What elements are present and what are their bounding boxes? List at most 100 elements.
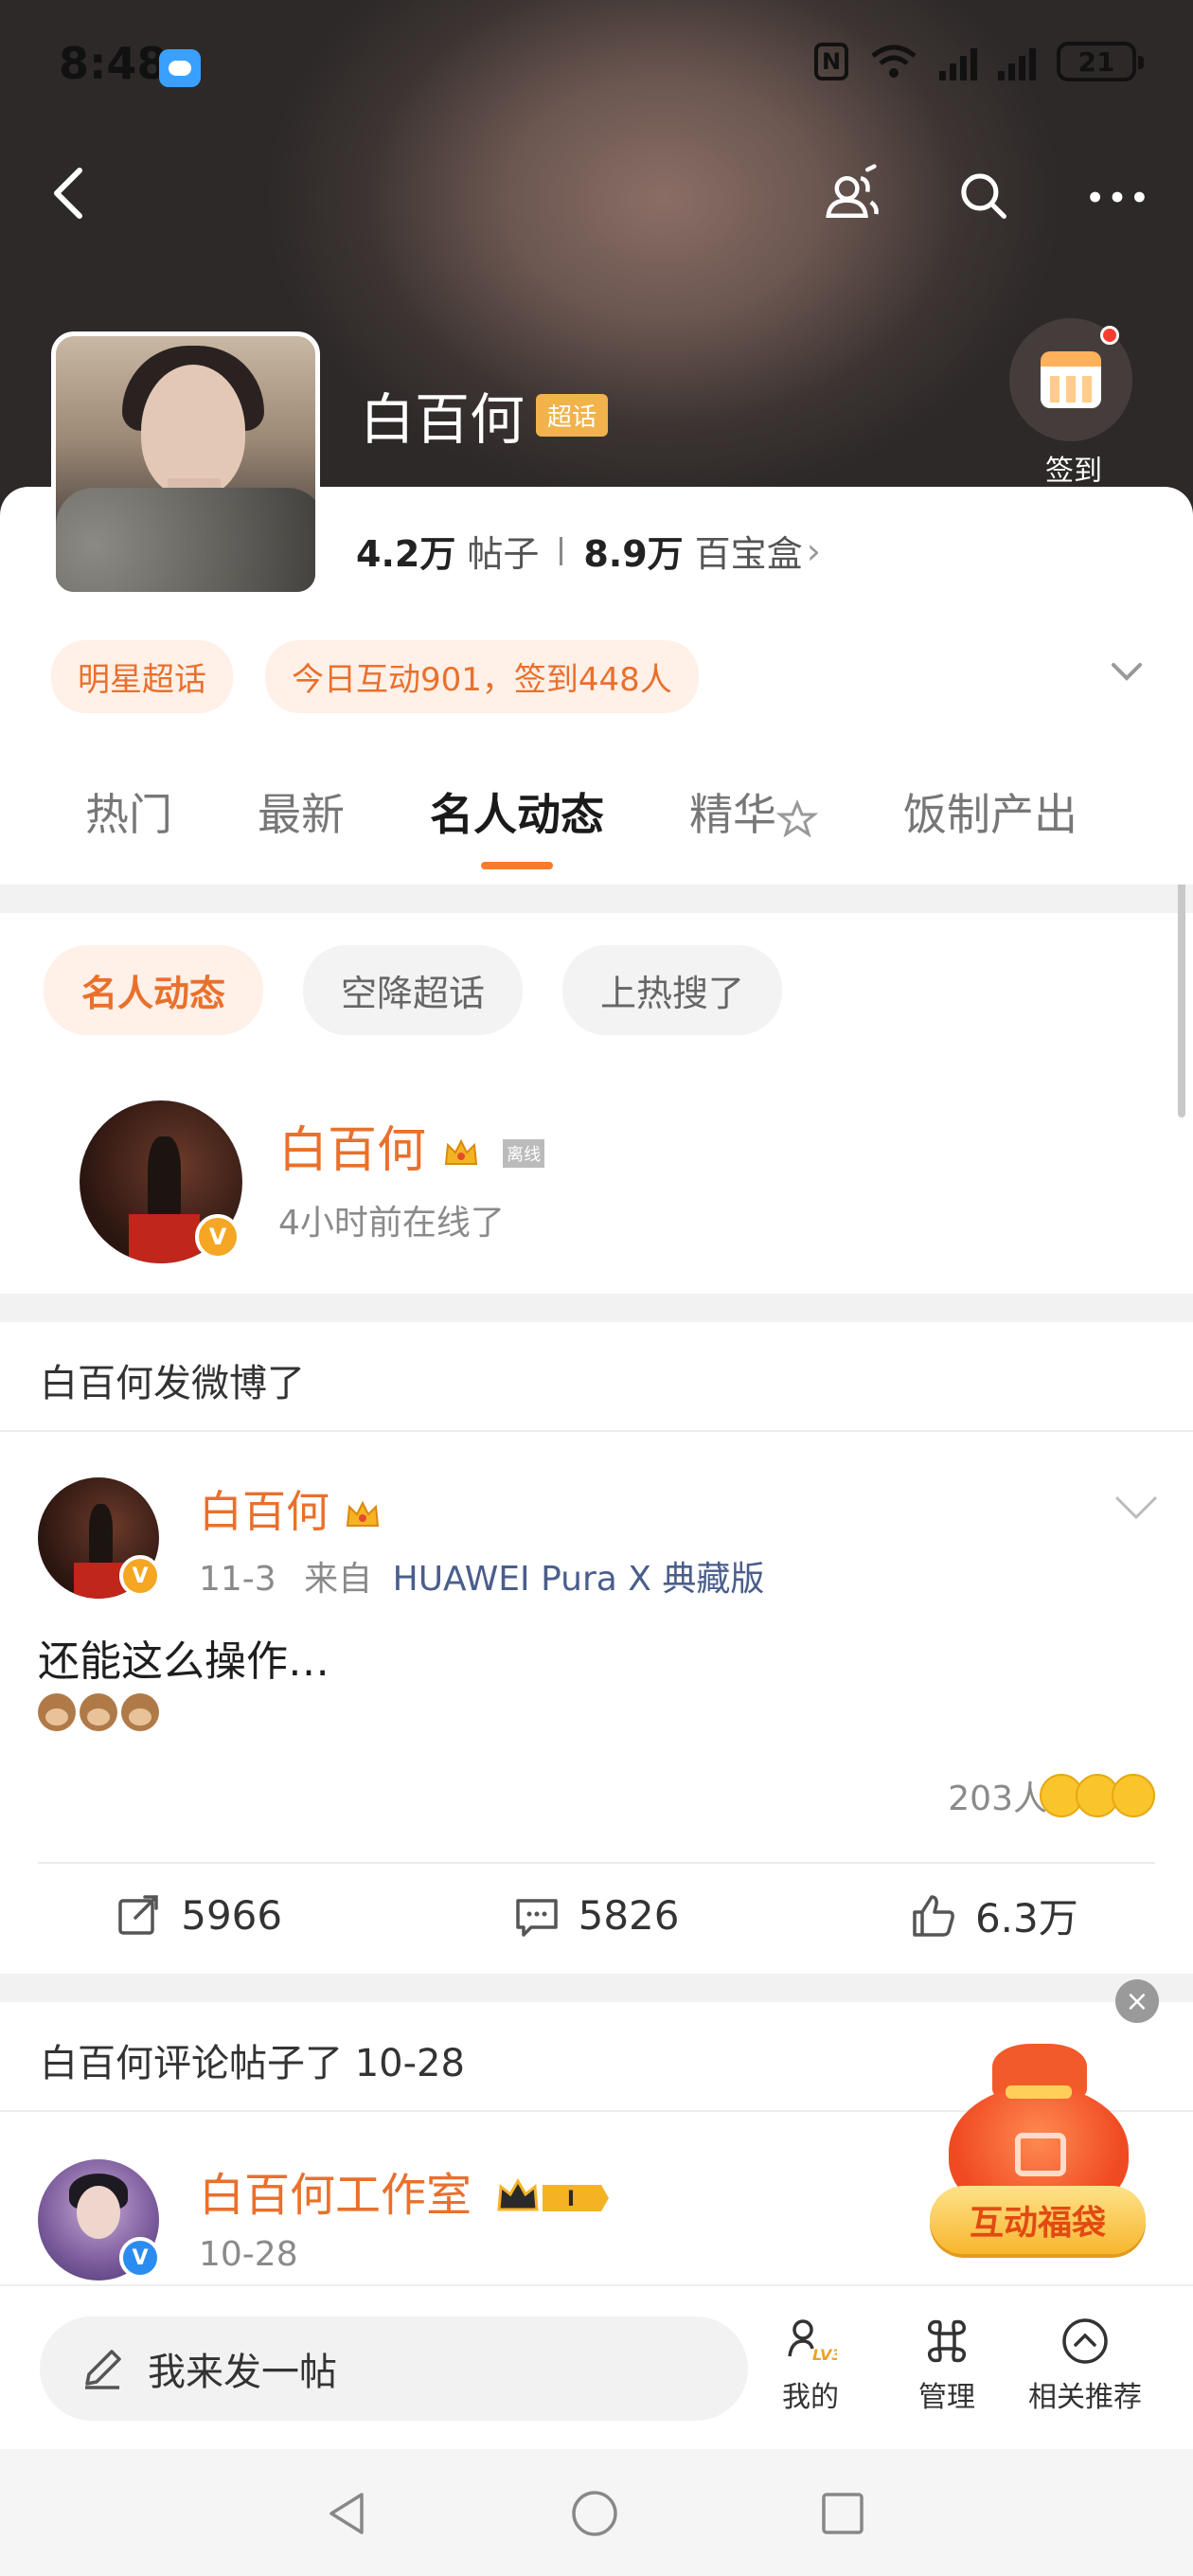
post-text: 还能这么操作… <box>38 1637 329 1686</box>
weibo-post[interactable]: V 白百何 11-3 来自 HUAWEI Pura X 典藏版 还能这么操作… … <box>0 1458 1193 1989</box>
online-status: 4小时前在线了 <box>278 1204 505 1243</box>
vip-crown-badge-icon: I <box>497 2177 610 2211</box>
manage-button[interactable]: 管理 <box>918 2315 975 2415</box>
topic-avatar[interactable] <box>51 331 320 597</box>
reaction-summary[interactable]: 203人 <box>948 1771 1155 1820</box>
chevron-down-icon[interactable] <box>1108 653 1146 691</box>
repost-button[interactable]: 5966 <box>115 1887 282 1944</box>
box-label[interactable]: 百宝盒 <box>695 525 803 577</box>
nav-home-icon[interactable] <box>568 2487 621 2540</box>
speak-no-evil-monkey-icon <box>121 1693 159 1731</box>
topic-title: 白百何 <box>360 387 525 452</box>
message-notification-icon <box>159 49 201 87</box>
crown-icon <box>444 1138 477 1165</box>
more-options-icon[interactable] <box>1079 159 1155 235</box>
section-label-posted: 白百何发微博了 <box>40 1362 305 1405</box>
mine-label: 我的 <box>782 2381 839 2414</box>
chevron-down-icon[interactable] <box>1113 1493 1159 1523</box>
daily-activity-chip[interactable]: 今日互动901，签到448人 <box>265 640 699 713</box>
back-arrow-icon[interactable] <box>42 163 102 224</box>
post-author-line: 白百何 <box>199 1477 382 1540</box>
topic-stats: 4.2万 帖子 8.9万 百宝盒 › <box>356 525 821 577</box>
like-count: 6.3万 <box>974 1895 1078 1941</box>
sub-filter-chips: 名人动态 空降超话 上热搜了 <box>44 945 783 1035</box>
post-from-label: 来自 <box>304 1560 373 1599</box>
command-icon <box>927 2319 967 2363</box>
top-navigation <box>0 152 1193 237</box>
related-recommend-button[interactable]: 相关推荐 <box>1028 2315 1142 2415</box>
checkin-button[interactable]: 签到 <box>1009 318 1138 489</box>
compose-post-input[interactable]: 我来发一帖 <box>40 2317 748 2421</box>
reaction-count: 203人 <box>948 1780 1047 1818</box>
calendar-icon <box>1041 351 1101 408</box>
battery-icon: 21 <box>1057 42 1144 81</box>
checkin-label: 签到 <box>1045 455 1102 488</box>
celebrity-name-line: 白百何 离线 <box>278 1110 545 1181</box>
nav-recents-icon[interactable] <box>816 2487 869 2540</box>
related-label: 相关推荐 <box>1028 2381 1142 2414</box>
posts-label: 帖子 <box>467 533 540 575</box>
tab-hot[interactable]: 热门 <box>85 780 172 843</box>
chevron-right-icon[interactable]: › <box>807 530 821 572</box>
repost-count: 5966 <box>181 1892 283 1939</box>
tab-fan-creations[interactable]: 饭制产出 <box>903 780 1077 843</box>
search-icon[interactable] <box>947 159 1023 235</box>
grinning-face-icon <box>1112 1774 1155 1817</box>
divider <box>38 1862 1155 1864</box>
scrollbar[interactable] <box>1178 881 1185 1118</box>
posts-count: 4.2万 <box>356 533 456 575</box>
signal-icon-2 <box>998 43 1036 80</box>
celebrity-name[interactable]: 白百何 <box>278 1122 426 1179</box>
post-emoji-row <box>38 1693 159 1731</box>
thumbs-up-icon <box>913 1894 954 1937</box>
post-author-name[interactable]: 白百何 <box>199 1486 329 1537</box>
star-topic-chip[interactable]: 明星超话 <box>51 640 233 713</box>
chevron-up-circle-icon <box>1062 2318 1108 2364</box>
post2-author-line: 白百何工作室 I <box>199 2157 613 2224</box>
section-gap <box>0 1294 1193 1322</box>
mine-button[interactable]: LV3 我的 <box>782 2315 839 2415</box>
hear-no-evil-monkey-icon <box>80 1693 117 1731</box>
see-no-evil-monkey-icon <box>38 1693 76 1731</box>
notification-dot <box>1100 326 1119 345</box>
lucky-bag-widget[interactable]: × 互动福袋 <box>928 1979 1159 2254</box>
post2-date: 10-28 <box>199 2235 298 2274</box>
bottom-bar: 我来发一帖 LV3 我的 管理 相关推荐 <box>0 2284 1193 2449</box>
comment-button[interactable]: 5826 <box>512 1887 680 1944</box>
like-button[interactable]: 6.3万 <box>909 1887 1078 1944</box>
vip-level: I <box>567 2188 575 2211</box>
tab-featured[interactable]: 精华 <box>689 780 818 843</box>
sub-chip-trending[interactable]: 上热搜了 <box>562 945 783 1035</box>
tab-latest[interactable]: 最新 <box>258 780 345 843</box>
topic-tabs: 热门 最新 名人动态 精华 饭制产出 <box>85 780 1163 843</box>
featured-star-icon <box>776 798 818 837</box>
sub-chip-celebrity[interactable]: 名人动态 <box>44 945 264 1035</box>
verified-badge-icon: V <box>119 1555 161 1597</box>
level-profile-icon: LV3 <box>788 2319 837 2364</box>
system-navigation-bar <box>0 2449 1193 2576</box>
verified-badge-icon: V <box>195 1214 240 1260</box>
comment-count: 5826 <box>578 1892 680 1939</box>
post2-author-name[interactable]: 白百何工作室 <box>199 2169 472 2222</box>
compose-placeholder: 我来发一帖 <box>148 2351 337 2394</box>
post-meta: 11-3 来自 HUAWEI Pura X 典藏版 <box>199 1551 764 1601</box>
nfc-icon: N <box>814 43 848 80</box>
celebrity-profile-row[interactable]: V 白百何 离线 4小时前在线了 <box>80 1100 1121 1271</box>
tab-featured-label: 精华 <box>689 789 776 840</box>
close-icon[interactable]: × <box>1115 1979 1159 2023</box>
tab-celebrity-updates[interactable]: 名人动态 <box>430 780 604 843</box>
nav-back-icon[interactable] <box>320 2487 373 2540</box>
section-label-commented: 白百何评论帖子了 10-28 <box>40 2042 465 2085</box>
post-source[interactable]: HUAWEI Pura X 典藏版 <box>393 1560 765 1599</box>
comment-icon <box>515 1898 558 1937</box>
box-count[interactable]: 8.9万 <box>583 525 683 577</box>
repost-icon <box>118 1894 158 1935</box>
pencil-icon <box>85 2350 121 2389</box>
group-chat-icon[interactable] <box>814 159 890 235</box>
offline-tag: 离线 <box>503 1139 545 1168</box>
status-time: 8:48 <box>59 38 168 89</box>
lucky-bag-button[interactable]: 互动福袋 <box>930 2186 1146 2254</box>
manage-label: 管理 <box>918 2381 975 2414</box>
sub-chip-airdrop[interactable]: 空降超话 <box>303 945 524 1035</box>
section-gap <box>0 885 1193 913</box>
